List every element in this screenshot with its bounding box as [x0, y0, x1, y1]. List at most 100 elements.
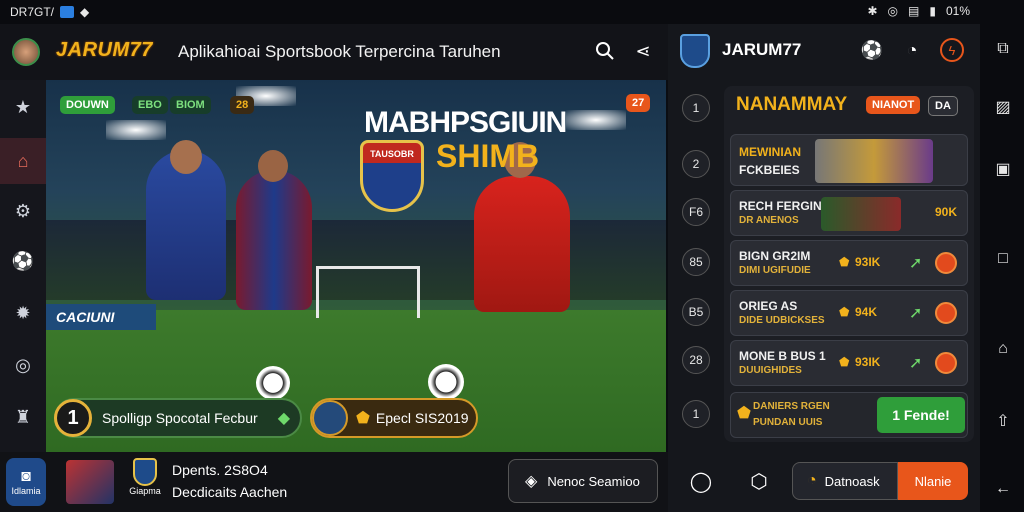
rail-target-icon[interactable]: ◎	[8, 350, 38, 380]
cube-icon[interactable]: ⬡	[746, 468, 772, 494]
player-blue-2	[236, 170, 312, 310]
badge-3[interactable]: BIOM	[170, 96, 211, 114]
search-button[interactable]: ◈ Nenoc Seamioo	[508, 459, 658, 503]
row-title: DANIERS RGEN	[753, 401, 830, 412]
home-icon[interactable]: ⌂	[992, 338, 1014, 360]
row-sub: FCKBEIES	[739, 163, 800, 177]
screenshot-icon[interactable]: ▨	[992, 96, 1014, 118]
row-number: 2	[682, 150, 710, 178]
row-value: 93IK	[855, 355, 881, 369]
row-number: B5	[682, 298, 710, 326]
goal-post	[316, 266, 420, 318]
share-icon[interactable]: ⋖	[632, 40, 654, 62]
row-sub: PUNDAN UUIS	[753, 417, 823, 428]
shield-icon: ⬟	[839, 255, 850, 269]
player-avatar	[312, 400, 348, 436]
shield-logo: TAUSOBR	[360, 140, 424, 212]
row-title: RECH FERGIN	[739, 199, 822, 213]
row-title: BIGN GR2IM	[739, 249, 811, 263]
rail-settings-icon[interactable]: ✹	[8, 298, 38, 328]
bottom-bar: ◙ Idlamia Giapma Dpents. 2S8O4 Decdicait…	[0, 452, 668, 512]
rail-trophy-icon[interactable]: ♜	[8, 402, 38, 432]
shield-icon: ⬟	[839, 305, 850, 319]
rail-ball-icon[interactable]: ⚽	[8, 246, 38, 276]
battery-level: 01%	[945, 4, 970, 18]
player-blue-1-head	[170, 140, 202, 174]
arrow-icon: ➚	[909, 255, 923, 272]
epic-button[interactable]: ⬟ Epecl SIS2019	[310, 398, 478, 438]
market-row[interactable]: RECH FERGIN DR ANENOS 90K	[730, 190, 968, 236]
headline-secondary: SHIMB	[436, 138, 540, 174]
ball-icon-2	[428, 364, 464, 400]
shield-icon: ⬟	[737, 405, 751, 422]
system-nav-bar: ⧉ ▨ ▣ □ ⌂ ⇧ ←	[980, 0, 1024, 512]
market-row[interactable]: MEWINIAN FCKBEIES	[730, 134, 968, 186]
diamond-icon: ◆	[277, 410, 290, 427]
left-rail: ★ ⌂ ⚙ ⚽ ✹ ◎ ♜	[0, 80, 46, 452]
info-line-2: Decdicaits Aachen	[172, 484, 288, 500]
ball-menu-icon[interactable]: ⚽	[860, 38, 884, 62]
search-icon[interactable]	[594, 40, 616, 62]
team-badge[interactable]: Giapma	[128, 458, 162, 506]
market-title: NANAMMAY	[736, 94, 848, 115]
clock-icon[interactable]: ◔	[900, 38, 924, 62]
corner-badge[interactable]: 27	[626, 94, 651, 112]
row-sub: DR ANENOS	[739, 215, 799, 226]
bet-orb-button[interactable]	[935, 252, 957, 274]
row-number: F6	[682, 198, 710, 226]
right-logo[interactable]: JARUM77	[722, 40, 801, 60]
play-button[interactable]: Nlanie	[898, 462, 968, 500]
clock-icon: ◔	[807, 472, 817, 489]
status-bar: DR7GT/ ◆ ✱ ◎ ▤ ▮ 01%	[0, 0, 980, 24]
hero-banner[interactable]: CACIUNI DOUWN EBO BIOM 28 27 MABHPSGIUIN…	[46, 80, 666, 452]
row-title: ORIEG AS	[739, 299, 798, 313]
market-row[interactable]: MONE B BUS 1 DUUIGHIDES ⬟ 93IK ➚	[730, 340, 968, 386]
fende-button[interactable]: 1 Fende!	[877, 397, 965, 433]
header-orange-button[interactable]: NIANOT	[866, 96, 921, 114]
bet-orb-button[interactable]	[935, 352, 957, 374]
app-logo[interactable]: JARUM77	[56, 39, 153, 62]
upload-icon[interactable]: ⇧	[992, 410, 1014, 432]
home-tab-label: Idlamia	[11, 486, 41, 496]
home-tab[interactable]: ◙ Idlamia	[6, 458, 46, 506]
copy-icon[interactable]: ⧉	[992, 38, 1014, 60]
market-row[interactable]: ⬟ DANIERS RGEN PUNDAN UUIS 1 Fende!	[730, 392, 968, 438]
header-dark-button[interactable]: DA	[928, 96, 958, 116]
page-title: Aplikahioai Sportsbook Terpercina Taruhe…	[178, 42, 501, 61]
row-value: 90K	[935, 205, 958, 219]
badge-4[interactable]: 28	[230, 96, 255, 114]
wifi-icon: ▤	[908, 4, 920, 18]
row-number: 1	[682, 400, 710, 428]
chat-icon[interactable]: ◯	[688, 468, 714, 494]
alarm-icon: ◎	[887, 4, 899, 18]
back-icon[interactable]: ←	[992, 478, 1014, 500]
rail-star-icon[interactable]: ★	[8, 92, 38, 122]
row-sub: DIMI UGIFUDIE	[739, 265, 811, 276]
badge-2[interactable]: EBO	[132, 96, 168, 114]
flash-icon[interactable]: ϟ	[940, 38, 964, 62]
thumbnail-image[interactable]	[66, 460, 114, 504]
right-shield-icon	[680, 34, 710, 68]
player-blue-2-head	[258, 150, 288, 182]
deposit-button[interactable]: ◔ Datnoask	[792, 462, 898, 500]
window-icon[interactable]: ▣	[992, 158, 1014, 180]
row-number: 85	[682, 248, 710, 276]
epic-label: Epecl SIS2019	[375, 410, 469, 426]
row-number: 28	[682, 346, 710, 374]
recents-icon[interactable]: □	[992, 248, 1014, 270]
market-row[interactable]: ORIEG AS DIDE UDBICKSES ⬟ 94K ➚	[730, 290, 968, 336]
shield-icon: ⬟	[839, 355, 850, 369]
bluetooth-icon: ✱	[867, 4, 878, 18]
badge-1[interactable]: DOUWN	[60, 96, 115, 114]
rail-home-icon[interactable]: ⌂	[8, 146, 38, 176]
rail-gear-icon[interactable]: ⚙	[8, 196, 38, 226]
market-row[interactable]: BIGN GR2IM DIMI UGIFUDIE ⬟ 93IK ➚	[730, 240, 968, 286]
vpn-icon: ◆	[80, 5, 90, 19]
row-sub: DUUIGHIDES	[739, 365, 802, 376]
feature-button[interactable]: 1 Spolligp Spocotal Fecbur ◆	[54, 398, 302, 438]
app-bar: JARUM77 Aplikahioai Sportsbook Terpercin…	[0, 24, 668, 80]
tag-icon: ◈	[525, 473, 538, 490]
avatar[interactable]	[12, 38, 40, 66]
arrow-icon: ➚	[909, 305, 923, 322]
bet-orb-button[interactable]	[935, 302, 957, 324]
